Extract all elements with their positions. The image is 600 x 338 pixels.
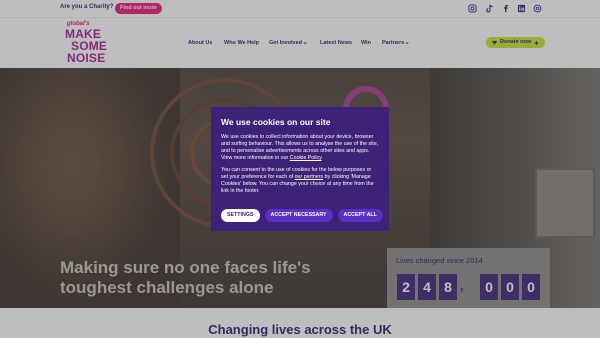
cookie-paragraph-2: You can consent to the use of cookies fo… [221, 167, 374, 194]
cookie-consent-dialog: We use cookies on our site We use cookie… [211, 107, 389, 231]
accept-necessary-button[interactable]: ACCEPT NECESSARY [264, 209, 333, 222]
cookie-dialog-title: We use cookies on our site [221, 117, 331, 127]
cookie-buttons: SETTINGS ACCEPT NECESSARY ACCEPT ALL [221, 209, 383, 222]
our-partners-link[interactable]: our partners [295, 174, 324, 180]
accept-all-button[interactable]: ACCEPT ALL [337, 209, 383, 222]
cookie-paragraph-1: We use cookies to collect information ab… [221, 134, 379, 161]
cookie-policy-link[interactable]: Cookie Policy [290, 155, 322, 161]
cookie-settings-button[interactable]: SETTINGS [221, 209, 260, 222]
